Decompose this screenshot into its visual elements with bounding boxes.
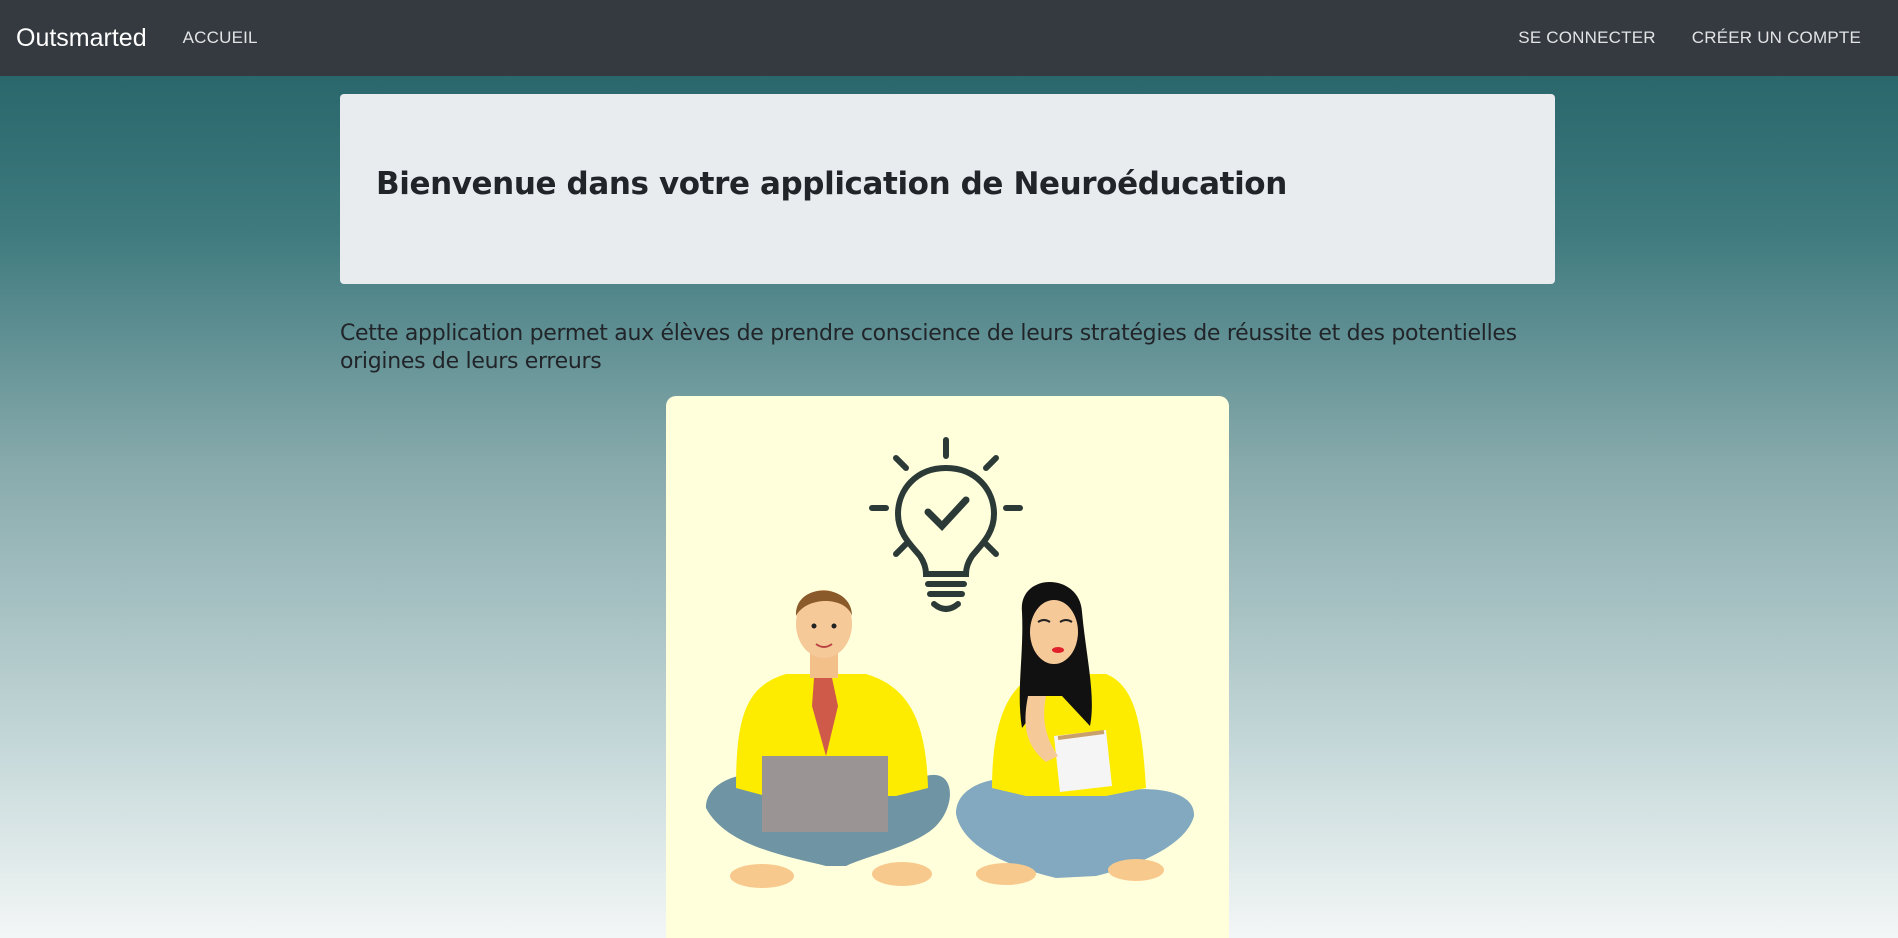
- nav-login-link[interactable]: SE CONNECTER: [1518, 28, 1655, 48]
- nav-signup-link[interactable]: CRÉER UN COMPTE: [1692, 28, 1861, 48]
- top-navbar: Outsmarted ACCUEIL SE CONNECTER CRÉER UN…: [0, 0, 1898, 76]
- intro-paragraph: Cette application permet aux élèves de p…: [340, 321, 1517, 374]
- welcome-jumbotron: Bienvenue dans votre application de Neur…: [340, 94, 1555, 284]
- nav-home-link[interactable]: ACCUEIL: [183, 28, 258, 48]
- brand-logo[interactable]: Outsmarted: [16, 24, 147, 53]
- man-with-laptop: [706, 590, 950, 888]
- page-title: Bienvenue dans votre application de Neur…: [376, 166, 1287, 202]
- lightbulb-check-icon: [869, 437, 1023, 612]
- students-illustration: [666, 396, 1229, 938]
- nav-right-group: SE CONNECTER CRÉER UN COMPTE: [1518, 28, 1882, 48]
- woman-with-notepad: [956, 582, 1195, 885]
